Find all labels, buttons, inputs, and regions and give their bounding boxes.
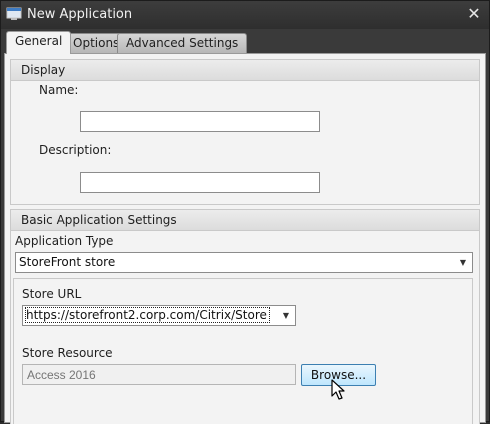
title-bar: New Application ✕ — [1, 1, 489, 29]
application-type-value: StoreFront store — [19, 255, 116, 269]
window-title: New Application — [27, 7, 133, 22]
browse-button[interactable]: Browse... — [301, 364, 376, 386]
store-resource-field — [22, 364, 296, 385]
application-window-icon — [6, 7, 22, 20]
store-url-label: Store URL — [22, 287, 82, 301]
chevron-down-icon: ▼ — [282, 311, 290, 320]
application-type-dropdown[interactable]: StoreFront store ▼ — [15, 252, 473, 273]
tab-general[interactable]: General — [6, 31, 72, 54]
close-icon: ✕ — [467, 4, 481, 23]
chevron-down-icon: ▼ — [459, 258, 467, 267]
tab-advanced-settings[interactable]: Advanced Settings — [117, 33, 248, 53]
name-field[interactable] — [80, 111, 320, 132]
new-application-window: New Application ✕ General Options Advanc… — [0, 0, 490, 424]
application-type-label: Application Type — [15, 234, 114, 248]
general-tab-panel: Display Name: Description: Basic Applica… — [4, 53, 486, 424]
store-resource-label: Store Resource — [22, 346, 113, 360]
basic-settings-header: Basic Application Settings — [11, 210, 479, 231]
name-label: Name: — [39, 83, 79, 97]
store-url-dropdown[interactable]: https://storefront2.corp.com/Citrix/Stor… — [22, 305, 296, 326]
display-group-header: Display — [11, 60, 479, 81]
close-button[interactable]: ✕ — [465, 5, 483, 23]
description-field[interactable] — [80, 172, 320, 193]
store-url-value: https://storefront2.corp.com/Citrix/Stor… — [25, 307, 270, 323]
description-label: Description: — [39, 143, 112, 157]
